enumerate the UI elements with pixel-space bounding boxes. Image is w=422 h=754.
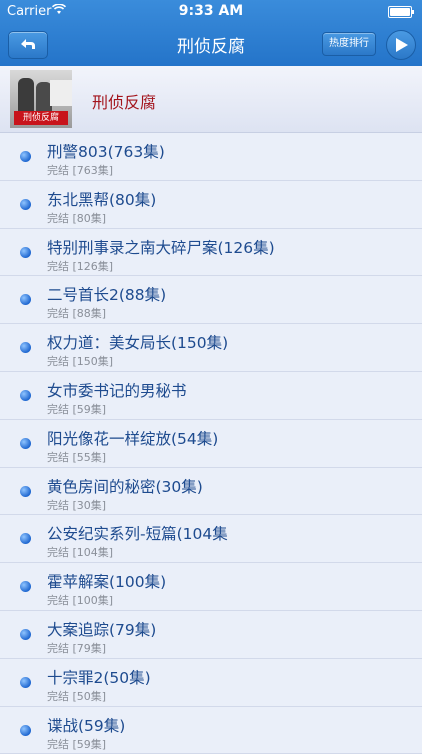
list-item[interactable]: 公安纪实系列-短篇(104集完结 [104集]	[0, 515, 422, 564]
item-status: 完结 [50集]	[47, 689, 107, 703]
category-title: 刑侦反腐	[92, 93, 157, 112]
item-status: 完结 [79集]	[47, 641, 107, 655]
list-item[interactable]: 女市委书记的男秘书完结 [59集]	[0, 371, 422, 420]
item-status: 完结 [126集]	[47, 259, 114, 273]
play-icon	[396, 38, 408, 52]
list-item[interactable]: 刑警803(763集) 完结 [763集]	[0, 133, 422, 181]
bullet-icon	[20, 151, 31, 162]
item-status: 完结 [104集]	[47, 546, 114, 560]
bullet-icon	[20, 437, 31, 449]
list-item[interactable]: 阳光像花一样绽放(54集) 完结 [55集]	[0, 419, 422, 468]
item-status: 完结 [80集]	[47, 211, 107, 225]
bullet-icon	[20, 533, 31, 545]
bullet-icon	[20, 198, 31, 210]
category-thumbnail: 刑侦反腐	[10, 70, 72, 128]
list-item[interactable]: 大案追踪(79集) 完结 [79集]	[0, 610, 422, 659]
status-bar: Carrier 9:33 AM	[0, 0, 422, 22]
item-status: 完结 [150集]	[47, 355, 114, 369]
bullet-icon	[20, 294, 31, 306]
item-status: 完结 [59集]	[47, 737, 107, 751]
item-status: 完结 [88集]	[47, 307, 107, 321]
list-item[interactable]: 谍战(59集) 完结 [59集]	[0, 706, 422, 754]
item-title: 十宗罪2(50集)	[47, 668, 151, 687]
bullet-icon	[20, 485, 31, 497]
thumbnail-caption: 刑侦反腐	[14, 111, 68, 125]
bullet-icon	[20, 724, 31, 736]
item-status: 完结 [100集]	[47, 594, 114, 608]
list-item[interactable]: 十宗罪2(50集) 完结 [50集]	[0, 658, 422, 707]
bullet-icon	[20, 581, 31, 593]
item-status: 完结 [763集]	[47, 164, 114, 177]
play-button[interactable]	[386, 30, 416, 60]
bullet-icon	[20, 676, 31, 688]
item-status: 完结 [30集]	[47, 498, 107, 512]
bullet-icon	[20, 342, 31, 354]
bullet-icon	[20, 628, 31, 640]
item-title: 阳光像花一样绽放(54集)	[47, 429, 219, 448]
bullet-icon	[20, 389, 31, 401]
battery-icon	[388, 6, 414, 18]
audio-list: 刑警803(763集) 完结 [763集] 东北黑帮(80集) 完结 [80集] 特…	[0, 133, 422, 754]
navigation-bar: 刑侦反腐 热度排行	[0, 22, 422, 66]
bullet-icon	[20, 246, 31, 258]
item-status: 完结 [55集]	[47, 450, 107, 464]
list-item[interactable]: 霍苹解案(100集) 完结 [100集]	[0, 563, 422, 611]
clock: 9:33 AM	[178, 3, 244, 19]
list-item[interactable]: 权力道：美女局长(150集) 完结 [150集]	[0, 324, 422, 372]
list-item[interactable]: 二号首长2(88集) 完结 [88集]	[0, 276, 422, 325]
item-title: 二号首长2(88集)	[47, 286, 167, 305]
item-title: 霍苹解案(100集)	[47, 573, 167, 592]
item-title: 女市委书记的男秘书	[47, 381, 187, 400]
item-title: 黄色房间的秘密(30集)	[47, 477, 203, 496]
item-status: 完结 [59集]	[47, 402, 107, 416]
item-title: 权力道：美女局长(150集)	[47, 334, 229, 353]
top-bar: Carrier 9:33 AM 刑侦反腐 热度排行	[0, 0, 422, 66]
category-header: 刑侦反腐 刑侦反腐	[0, 66, 422, 133]
item-title: 公安纪实系列-短篇(104集	[47, 525, 228, 544]
list-item[interactable]: 东北黑帮(80集) 完结 [80集]	[0, 180, 422, 229]
item-title: 刑警803(763集)	[47, 143, 165, 161]
item-title: 谍战(59集)	[47, 716, 126, 735]
item-title: 特别刑事录之南大碎尸案(126集)	[47, 238, 275, 257]
item-title: 东北黑帮(80集)	[47, 190, 157, 209]
list-item[interactable]: 特别刑事录之南大碎尸案(126集) 完结 [126集]	[0, 228, 422, 277]
item-title: 大案追踪(79集)	[47, 620, 157, 639]
popularity-ranking-button[interactable]: 热度排行	[322, 32, 376, 56]
list-item[interactable]: 黄色房间的秘密(30集) 完结 [30集]	[0, 467, 422, 516]
